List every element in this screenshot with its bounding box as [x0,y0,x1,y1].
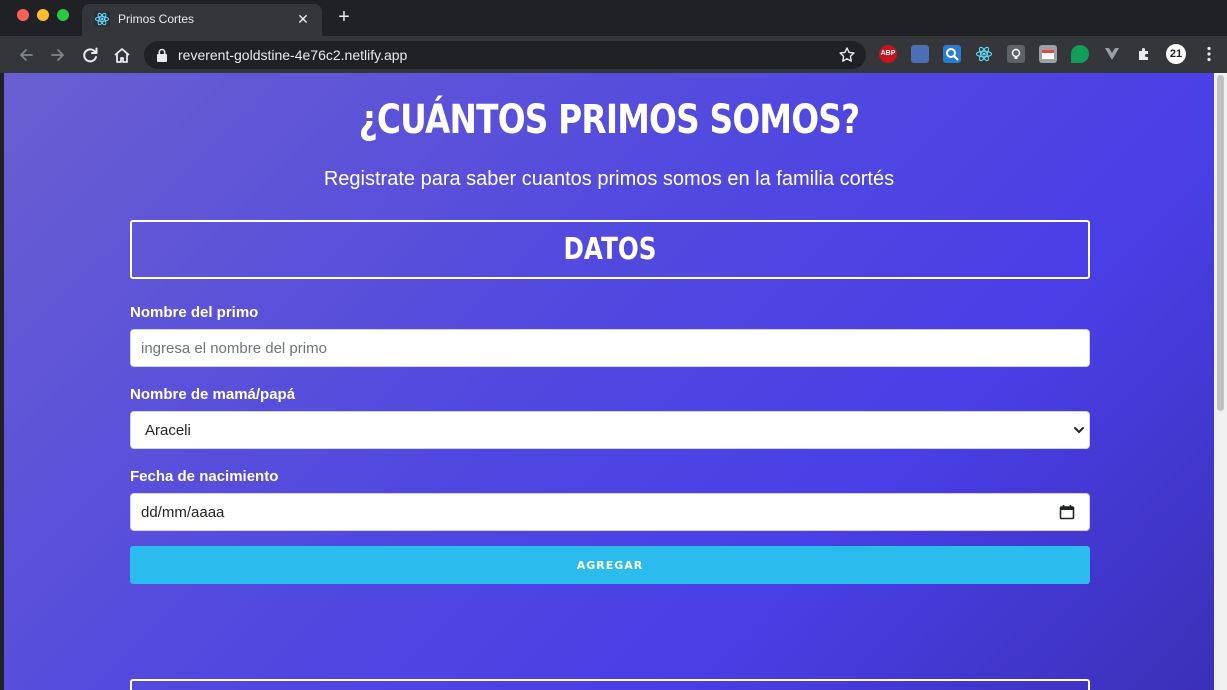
new-tab-icon[interactable]: + [334,7,354,27]
address-bar[interactable]: reverent-goldstine-4e76c2.netlify.app [144,41,866,69]
section-header-box: DATOS [130,220,1090,279]
browser-toolbar: reverent-goldstine-4e76c2.netlify.app AB… [0,36,1227,73]
vue-devtools-extension-icon[interactable] [1103,45,1121,63]
url-text: reverent-goldstine-4e76c2.netlify.app [178,47,408,63]
fecha-input[interactable]: dd/mm/aaaa [130,493,1090,531]
next-section-box [130,679,1090,690]
page-scrollbar[interactable] [1214,73,1227,690]
forward-arrow-icon[interactable] [47,44,69,66]
close-tab-icon[interactable]: ✕ [294,10,312,28]
search-extension-icon[interactable] [943,45,961,63]
home-icon[interactable] [111,44,133,66]
calendar-icon[interactable] [1059,504,1075,520]
padre-select[interactable]: Araceli [130,411,1090,449]
lock-icon [157,48,167,62]
close-window-button[interactable] [17,9,29,21]
react-favicon-icon [94,11,110,27]
scrollbar-thumb[interactable] [1217,75,1224,411]
evernote-extension-icon[interactable] [1071,45,1089,63]
more-menu-icon[interactable] [1200,45,1218,63]
nombre-input[interactable] [130,329,1090,367]
minimize-window-button[interactable] [37,9,49,21]
react-devtools-extension-icon[interactable] [975,45,993,63]
padre-selected-value: Araceli [145,421,191,439]
padre-label: Nombre de mamá/papá [130,386,296,403]
page-viewport: ¿CUÁNTOS PRIMOS SOMOS? Registrate para s… [4,73,1214,690]
adblock-extension-icon[interactable]: ABP [879,45,897,63]
fecha-value: dd/mm/aaaa [141,503,225,521]
tab-title: Primos Cortes [118,12,195,26]
bookmark-star-icon[interactable] [838,46,856,64]
lightbulb-extension-icon[interactable] [1007,45,1025,63]
profile-badge-icon[interactable]: 21 [1166,44,1186,64]
page-subtitle: Registrate para saber cuantos primos som… [323,168,895,190]
chevron-down-icon [1074,427,1084,433]
translate-extension-icon[interactable] [911,45,929,63]
fecha-label: Fecha de nacimiento [130,468,279,485]
agregar-button[interactable]: AGREGAR [130,546,1090,584]
browser-tab[interactable]: Primos Cortes ✕ [82,4,322,36]
section-title: DATOS [563,232,657,267]
back-arrow-icon[interactable] [15,44,37,66]
nombre-label: Nombre del primo [130,304,259,321]
screenshot-extension-icon[interactable] [1039,45,1057,63]
browser-tab-bar: Primos Cortes ✕ + [0,0,1227,36]
maximize-window-button[interactable] [57,9,69,21]
page-title: ¿CUÁNTOS PRIMOS SOMOS? [358,97,860,143]
extensions-puzzle-icon[interactable] [1135,45,1153,63]
reload-icon[interactable] [79,44,101,66]
